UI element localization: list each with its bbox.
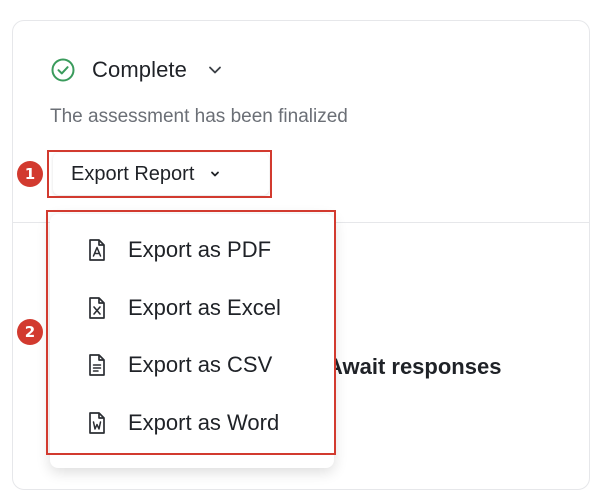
menu-item-label: Export as Word [128, 410, 280, 435]
export-report-label: Export Report [71, 162, 195, 185]
status-row[interactable]: Complete [50, 56, 225, 84]
menu-item-export-word[interactable]: Export as Word [86, 407, 279, 439]
menu-item-label: Export as CSV [128, 352, 273, 377]
menu-item-export-excel[interactable]: Export as Excel [86, 292, 281, 324]
check-circle-icon [51, 58, 75, 82]
annotation-badge-2: 2 [17, 319, 43, 345]
menu-item-label: Export as Excel [128, 295, 281, 320]
chevron-down-icon[interactable] [205, 60, 225, 80]
status-description: The assessment has been finalized [50, 106, 348, 127]
menu-item-label: Export as PDF [128, 237, 272, 262]
export-dropdown-menu: Export as PDF Export as Excel Export as … [50, 214, 334, 468]
excel-file-icon [89, 297, 105, 319]
pdf-file-icon [89, 239, 105, 261]
menu-item-export-pdf[interactable]: Export as PDF [86, 234, 271, 266]
menu-item-export-csv[interactable]: Export as CSV [86, 349, 272, 381]
annotation-badge-1: 1 [17, 161, 43, 187]
chevron-down-icon [211, 171, 220, 177]
export-report-button[interactable]: Export Report [53, 153, 269, 195]
csv-file-icon [89, 354, 105, 376]
status-label: Complete [92, 57, 187, 82]
word-file-icon [89, 412, 105, 434]
await-responses-heading: Await responses [327, 354, 502, 379]
